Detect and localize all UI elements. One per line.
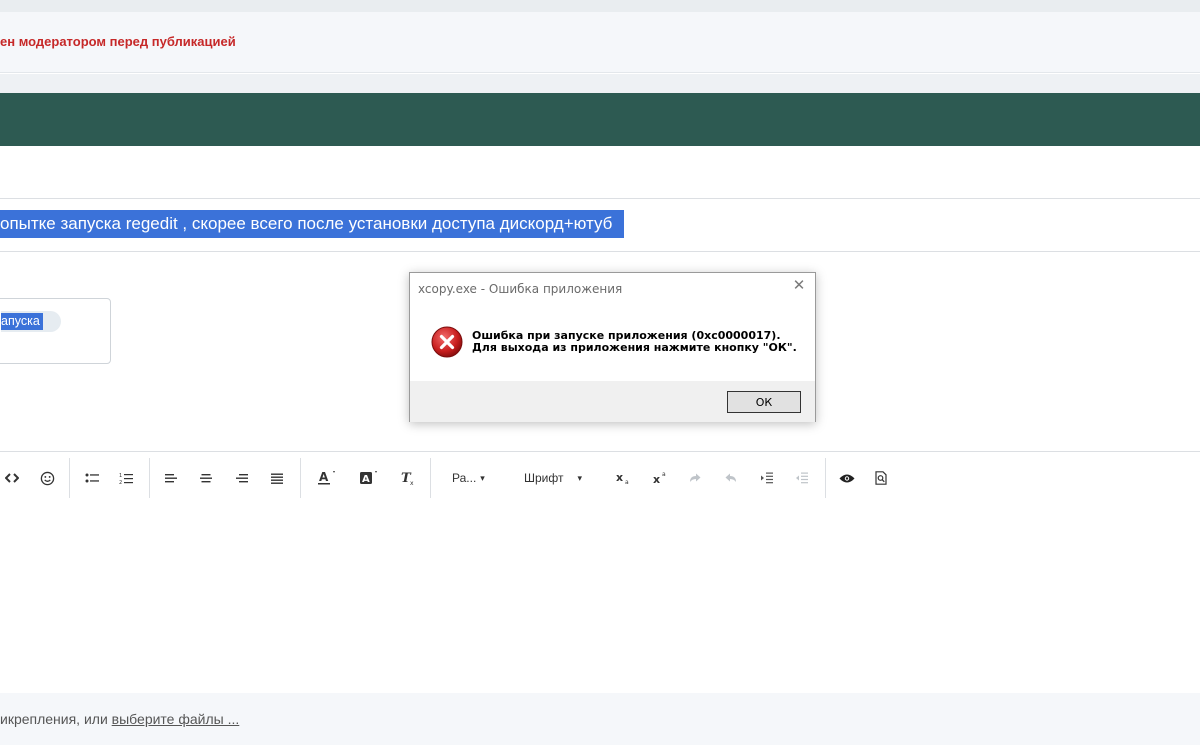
ok-button[interactable]: ОК <box>727 391 801 413</box>
numbered-list-icon[interactable]: 12 <box>117 468 135 488</box>
undo-icon[interactable] <box>723 468 739 488</box>
paragraph-format-dropdown[interactable]: Ра... ▾ <box>452 468 494 488</box>
tags-input[interactable]: апуска <box>0 298 111 364</box>
dialog-message: Ошибка при запуске приложения (0xc000001… <box>472 329 797 354</box>
svg-text:2: 2 <box>119 480 122 485</box>
moderation-notice: ен модератором перед публикацией <box>0 12 1200 73</box>
svg-text:A: A <box>319 470 329 484</box>
dialog-title: xcopy.exe - Ошибка приложения <box>418 282 623 296</box>
page: ен модератором перед публикацией опытке … <box>0 0 1200 745</box>
choose-files-link[interactable]: выберите файлы ... <box>112 711 240 727</box>
svg-text:1: 1 <box>119 473 122 479</box>
align-left-icon[interactable] <box>163 468 179 488</box>
error-icon <box>431 326 463 358</box>
divider <box>0 198 1200 199</box>
topic-title-field[interactable]: опытке запуска regedit , скорее всего по… <box>0 210 625 238</box>
emoji-icon[interactable] <box>38 468 56 488</box>
outdent-icon[interactable] <box>794 468 810 488</box>
align-center-icon[interactable] <box>198 468 214 488</box>
close-icon[interactable]: ✕ <box>791 278 807 294</box>
toolbar-separator <box>430 458 431 498</box>
superscript-icon[interactable]: xa <box>651 468 669 488</box>
editor-content-area[interactable] <box>0 503 1200 693</box>
indent-icon[interactable] <box>759 468 775 488</box>
editor-toolbar: 12 A A Tx Ра... ▾ Шрифт ▾ x a x a <box>0 451 1200 503</box>
redo-icon[interactable] <box>687 468 703 488</box>
toolbar-separator <box>69 458 70 498</box>
dialog-button-bar: ОК <box>410 381 815 422</box>
divider <box>0 251 1200 252</box>
chevron-down-icon: ▾ <box>577 472 583 483</box>
svg-text:x: x <box>616 471 623 484</box>
code-icon[interactable] <box>4 468 20 488</box>
font-family-label: Шрифт <box>524 471 564 485</box>
svg-text:x: x <box>653 473 660 485</box>
svg-text:A: A <box>362 474 370 485</box>
attachments-area: икрепления, или выберите файлы ... <box>0 693 1200 745</box>
clear-format-icon[interactable]: Tx <box>398 468 418 488</box>
subscript-icon[interactable]: xa <box>614 468 632 488</box>
align-justify-icon[interactable] <box>269 468 285 488</box>
text-color-icon[interactable]: A <box>314 468 338 488</box>
background-color-icon[interactable]: A <box>356 468 380 488</box>
error-dialog: xcopy.exe - Ошибка приложения ✕ Ошибка п… <box>409 272 816 422</box>
moderation-notice-text: ен модератором перед публикацией <box>0 34 236 49</box>
chevron-down-icon: ▾ <box>480 472 485 483</box>
align-right-icon[interactable] <box>234 468 250 488</box>
toolbar-separator <box>300 458 301 498</box>
toolbar-separator <box>825 458 826 498</box>
bullet-list-icon[interactable] <box>83 468 101 488</box>
toolbar-separator <box>149 458 150 498</box>
svg-text:a: a <box>625 479 629 485</box>
topic-title-text: опытке запуска regedit , скорее всего по… <box>0 210 625 238</box>
form-header-bar <box>0 93 1200 146</box>
font-family-dropdown[interactable]: Шрифт ▾ <box>524 468 594 488</box>
top-strip <box>0 0 1200 12</box>
svg-text:x: x <box>410 480 414 486</box>
paragraph-format-label: Ра... <box>452 471 477 485</box>
spacer <box>0 74 1200 93</box>
tag-chip-label: апуска <box>1 313 43 330</box>
attachments-hint-text: икрепления, или <box>0 711 112 727</box>
search-doc-icon[interactable] <box>873 468 889 488</box>
attachments-hint: икрепления, или выберите файлы ... <box>0 711 239 727</box>
tag-chip[interactable]: апуска <box>1 311 61 332</box>
svg-text:a: a <box>662 471 666 478</box>
preview-icon[interactable] <box>838 468 856 488</box>
